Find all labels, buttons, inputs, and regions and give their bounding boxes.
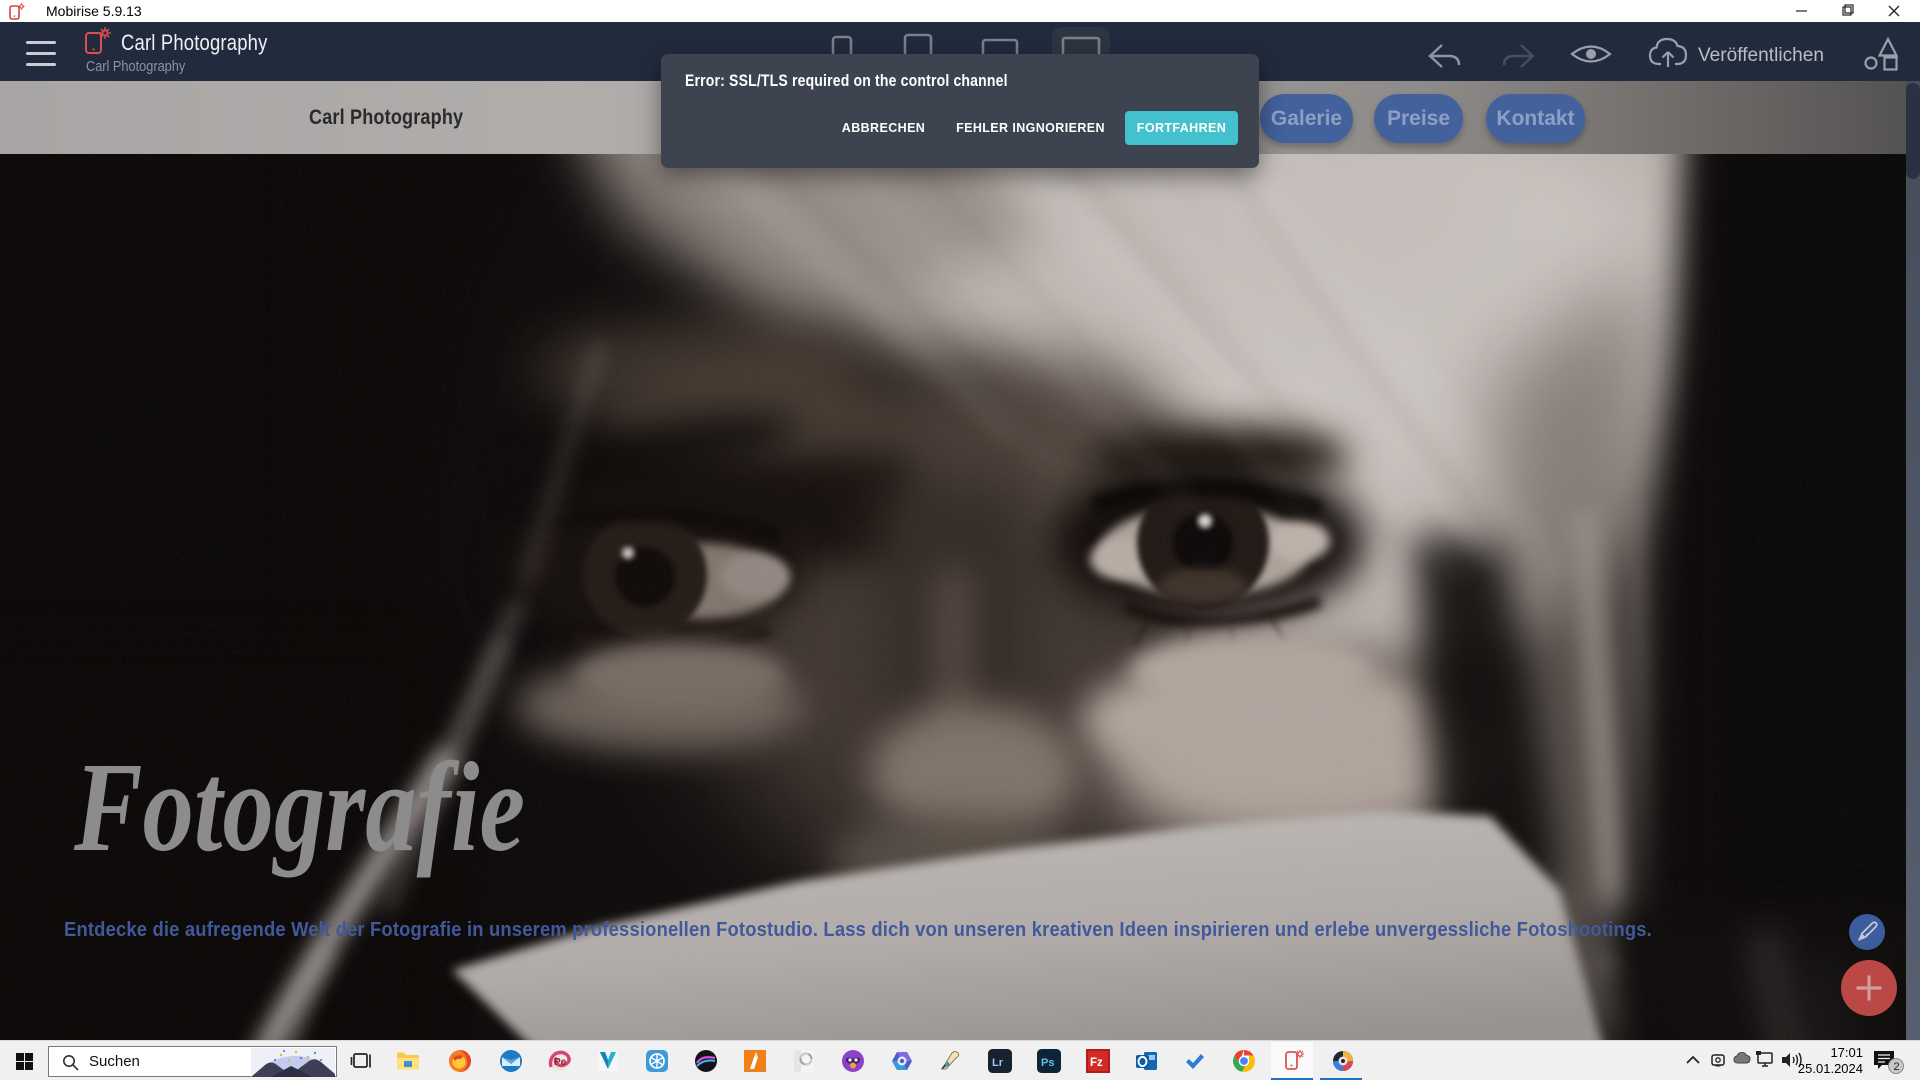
svg-text:Fotografie: Fotografie (73, 736, 525, 878)
svg-text:Pe: Pe (554, 1057, 567, 1068)
svg-text:2: 2 (1894, 1061, 1900, 1073)
svg-text:Lr: Lr (992, 1057, 1004, 1069)
svg-text:Veröffentlichen: Veröffentlichen (1698, 44, 1824, 66)
svg-text:Ps: Ps (1041, 1057, 1054, 1069)
svg-text:Fz: Fz (1090, 1057, 1103, 1069)
